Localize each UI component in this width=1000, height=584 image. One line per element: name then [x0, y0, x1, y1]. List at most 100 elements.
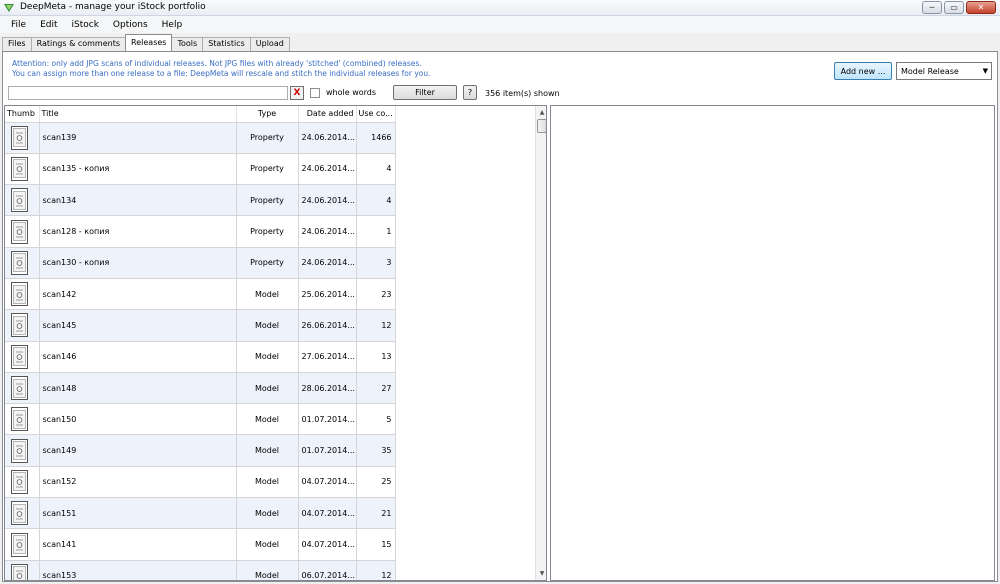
- date-added-cell: 04.07.2014...: [298, 528, 357, 561]
- table-row[interactable]: scan150 Model 01.07.2014... 5: [5, 403, 396, 436]
- table-row[interactable]: scan130 - копия Property 24.06.2014... 3: [5, 247, 396, 279]
- releases-grid: Thumb Title Type Date added Use co... sc…: [4, 105, 547, 581]
- thumb-cell: [5, 403, 40, 436]
- app-logo-icon: [4, 4, 14, 12]
- date-added-cell: 24.06.2014...: [298, 184, 357, 217]
- release-scan-thumbnail: [11, 501, 28, 526]
- table-row[interactable]: scan152 Model 04.07.2014... 25: [5, 466, 396, 499]
- window-controls: ─ ▭ ✕: [922, 1, 996, 15]
- release-scan-thumbnail: [11, 250, 28, 275]
- filter-button[interactable]: Filter: [393, 85, 457, 100]
- table-body: scan139 Property 24.06.2014... 1466 scan135 …: [5, 122, 396, 580]
- window-title: DeepMeta - manage your iStock portfolio: [20, 2, 206, 12]
- scroll-down-icon[interactable]: ▼: [536, 567, 546, 580]
- scrollbar-thumb[interactable]: [537, 119, 546, 133]
- scroll-up-icon[interactable]: ▲: [536, 106, 546, 119]
- filter-search-input[interactable]: [8, 86, 288, 100]
- table-row[interactable]: scan146 Model 27.06.2014... 13: [5, 341, 396, 373]
- date-added-cell: 24.06.2014...: [298, 215, 357, 248]
- release-title-cell: scan150: [39, 403, 237, 436]
- column-header-use-count[interactable]: Use co...: [356, 106, 396, 123]
- whole-words-checkbox[interactable]: [310, 88, 320, 98]
- add-new-button[interactable]: Add new ...: [834, 62, 892, 80]
- release-type-cell: Property: [236, 122, 299, 154]
- tab-upload[interactable]: Upload: [249, 37, 290, 51]
- release-type-cell: Model: [236, 497, 299, 530]
- tab-strip: Files Ratings & comments Releases Tools …: [0, 34, 1000, 51]
- menu-edit[interactable]: Edit: [33, 20, 64, 30]
- table-row[interactable]: scan141 Model 04.07.2014... 15: [5, 528, 396, 561]
- thumb-cell: [5, 372, 40, 405]
- use-count-cell: 12: [356, 309, 396, 342]
- date-added-cell: 01.07.2014...: [298, 434, 357, 467]
- clear-filter-button[interactable]: X: [290, 86, 304, 100]
- tab-tools[interactable]: Tools: [171, 37, 204, 51]
- table-row[interactable]: scan148 Model 28.06.2014... 27: [5, 372, 396, 405]
- table-row[interactable]: scan145 Model 26.06.2014... 12: [5, 309, 396, 342]
- minimize-button[interactable]: ─: [922, 1, 942, 14]
- release-type-select[interactable]: Model Release ▼: [896, 62, 992, 80]
- item-count: 356 item(s) shown: [485, 89, 560, 98]
- release-title-cell: scan151: [39, 497, 237, 530]
- use-count-cell: 4: [356, 184, 396, 217]
- attention-line-1: Attention: only add JPG scans of individ…: [12, 59, 422, 68]
- table-row[interactable]: scan139 Property 24.06.2014... 1466: [5, 122, 396, 154]
- release-type-cell: Property: [236, 184, 299, 217]
- release-scan-thumbnail: [11, 219, 28, 244]
- menu-file[interactable]: File: [4, 20, 33, 30]
- release-scan-thumbnail: [11, 282, 28, 307]
- use-count-cell: 5: [356, 403, 396, 436]
- table-row[interactable]: scan142 Model 25.06.2014... 23: [5, 278, 396, 311]
- release-type-cell: Property: [236, 153, 299, 186]
- column-header-thumb[interactable]: Thumb: [5, 106, 40, 123]
- tab-releases[interactable]: Releases: [125, 34, 173, 51]
- tab-statistics[interactable]: Statistics: [202, 37, 251, 51]
- maximize-button[interactable]: ▭: [944, 1, 964, 14]
- column-header-type[interactable]: Type: [236, 106, 299, 123]
- release-title-cell: scan141: [39, 528, 237, 561]
- dropdown-arrow-icon: ▼: [982, 67, 988, 75]
- release-type-value: Model Release: [901, 66, 959, 76]
- use-count-cell: 13: [356, 341, 396, 373]
- column-header-title[interactable]: Title: [39, 106, 237, 123]
- release-scan-thumbnail: [11, 407, 28, 432]
- table-row[interactable]: scan153 Model 06.07.2014... 12: [5, 560, 396, 580]
- close-button[interactable]: ✕: [966, 1, 996, 14]
- release-type-cell: Model: [236, 528, 299, 561]
- menu-bar: File Edit iStock Options Help: [0, 16, 1000, 33]
- release-title-cell: scan149: [39, 434, 237, 467]
- date-added-cell: 24.06.2014...: [298, 153, 357, 186]
- column-header-date-added[interactable]: Date added: [298, 106, 357, 123]
- table-row[interactable]: scan149 Model 01.07.2014... 35: [5, 434, 396, 467]
- release-type-cell: Model: [236, 560, 299, 580]
- help-button[interactable]: ?: [463, 85, 477, 100]
- thumb-cell: [5, 466, 40, 499]
- release-title-cell: scan128 - копия: [39, 215, 237, 248]
- tab-ratings-comments[interactable]: Ratings & comments: [30, 37, 127, 51]
- release-scan-thumbnail: [11, 532, 28, 557]
- release-type-cell: Property: [236, 215, 299, 248]
- menu-options[interactable]: Options: [106, 20, 155, 30]
- table-row[interactable]: scan151 Model 04.07.2014... 21: [5, 497, 396, 530]
- use-count-cell: 1466: [356, 122, 396, 154]
- use-count-cell: 21: [356, 497, 396, 530]
- date-added-cell: 04.07.2014...: [298, 466, 357, 499]
- release-type-cell: Model: [236, 403, 299, 436]
- use-count-cell: 35: [356, 434, 396, 467]
- menu-istock[interactable]: iStock: [65, 20, 106, 30]
- release-type-cell: Model: [236, 372, 299, 405]
- date-added-cell: 28.06.2014...: [298, 372, 357, 405]
- tab-files[interactable]: Files: [2, 37, 32, 51]
- release-title-cell: scan130 - копия: [39, 247, 237, 279]
- table-row[interactable]: scan135 - копия Property 24.06.2014... 4: [5, 153, 396, 186]
- release-type-cell: Property: [236, 247, 299, 279]
- use-count-cell: 25: [356, 466, 396, 499]
- attention-notice: Attention: only add JPG scans of individ…: [12, 59, 430, 79]
- table-row[interactable]: scan128 - копия Property 24.06.2014... 1: [5, 215, 396, 248]
- table-row[interactable]: scan134 Property 24.06.2014... 4: [5, 184, 396, 217]
- release-preview-pane: [550, 105, 995, 581]
- thumb-cell: [5, 278, 40, 311]
- vertical-scrollbar[interactable]: ▲ ▼: [535, 106, 546, 580]
- menu-help[interactable]: Help: [155, 20, 190, 30]
- thumb-cell: [5, 215, 40, 248]
